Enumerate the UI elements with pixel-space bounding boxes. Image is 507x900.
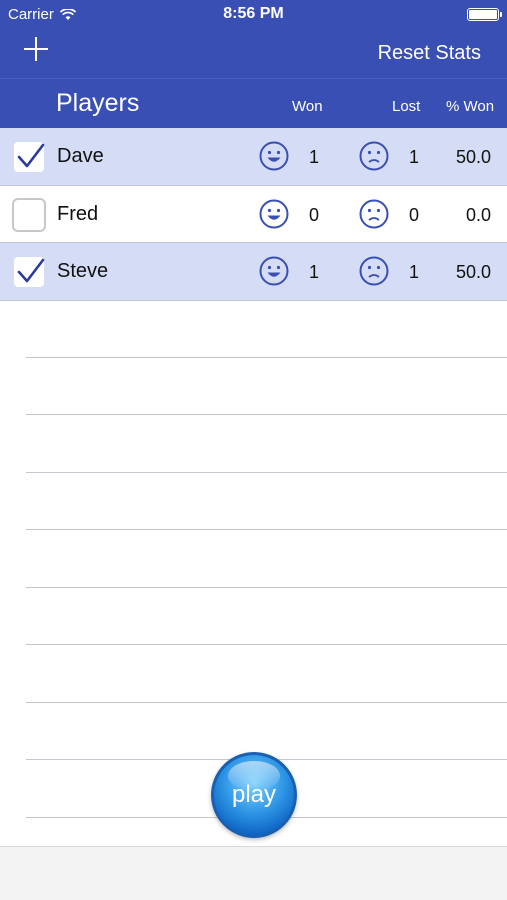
won-column-header: Won [292, 98, 323, 115]
empty-row-separator [26, 644, 507, 645]
empty-row-separator [26, 472, 507, 473]
player-list: Dave 1 1 50.0 Fred 0 0 0.0 Steve 1 1 50.0 [0, 128, 507, 301]
sad-face-icon[interactable] [359, 199, 389, 229]
pct-won-value: 50.0 [455, 262, 491, 282]
happy-face-icon[interactable] [259, 141, 289, 171]
nav-bar: Reset Stats [0, 28, 507, 78]
checkmark-icon [17, 142, 45, 170]
players-title: Players [56, 89, 140, 117]
sad-face-icon[interactable] [359, 141, 389, 171]
happy-face-icon[interactable] [259, 256, 289, 286]
empty-row-separator [26, 529, 507, 530]
player-name: Fred [57, 202, 99, 225]
won-count: 1 [309, 147, 320, 167]
player-name: Dave [57, 145, 104, 167]
lost-count: 0 [409, 204, 420, 225]
pct-won-value: 0.0 [465, 204, 491, 225]
player-row[interactable]: Dave 1 1 50.0 [0, 128, 507, 186]
empty-row-separator [26, 357, 507, 358]
reset-stats-button[interactable]: Reset Stats [378, 42, 481, 65]
won-count: 0 [309, 204, 320, 225]
status-bar: Carrier 8:56 PM [0, 0, 507, 28]
lost-count: 1 [409, 147, 420, 167]
play-button[interactable]: play [211, 752, 297, 838]
player-checkbox[interactable] [12, 140, 46, 174]
lost-column-header: Lost [392, 98, 421, 115]
pct-won-column-header: % Won [446, 98, 495, 115]
battery-icon [467, 8, 502, 21]
happy-face-icon[interactable] [259, 199, 289, 229]
player-name: Steve [57, 260, 109, 282]
checkmark-icon [17, 257, 45, 285]
bottom-toolbar [0, 846, 507, 900]
add-player-button[interactable] [22, 35, 50, 63]
player-checkbox[interactable] [12, 197, 46, 232]
sad-face-icon[interactable] [359, 256, 389, 286]
empty-row-separator [26, 414, 507, 415]
empty-row-separator [26, 702, 507, 703]
lost-count: 1 [409, 262, 420, 282]
won-count: 1 [309, 262, 320, 282]
status-time: 8:56 PM [223, 5, 284, 22]
player-row[interactable]: Steve 1 1 50.0 [0, 243, 507, 301]
player-row[interactable]: Fred 0 0 0.0 [0, 186, 507, 243]
empty-row-separator [26, 587, 507, 588]
pct-won-value: 50.0 [455, 147, 491, 167]
players-header: Players Won Lost % Won [0, 78, 507, 128]
player-checkbox[interactable] [12, 255, 46, 289]
